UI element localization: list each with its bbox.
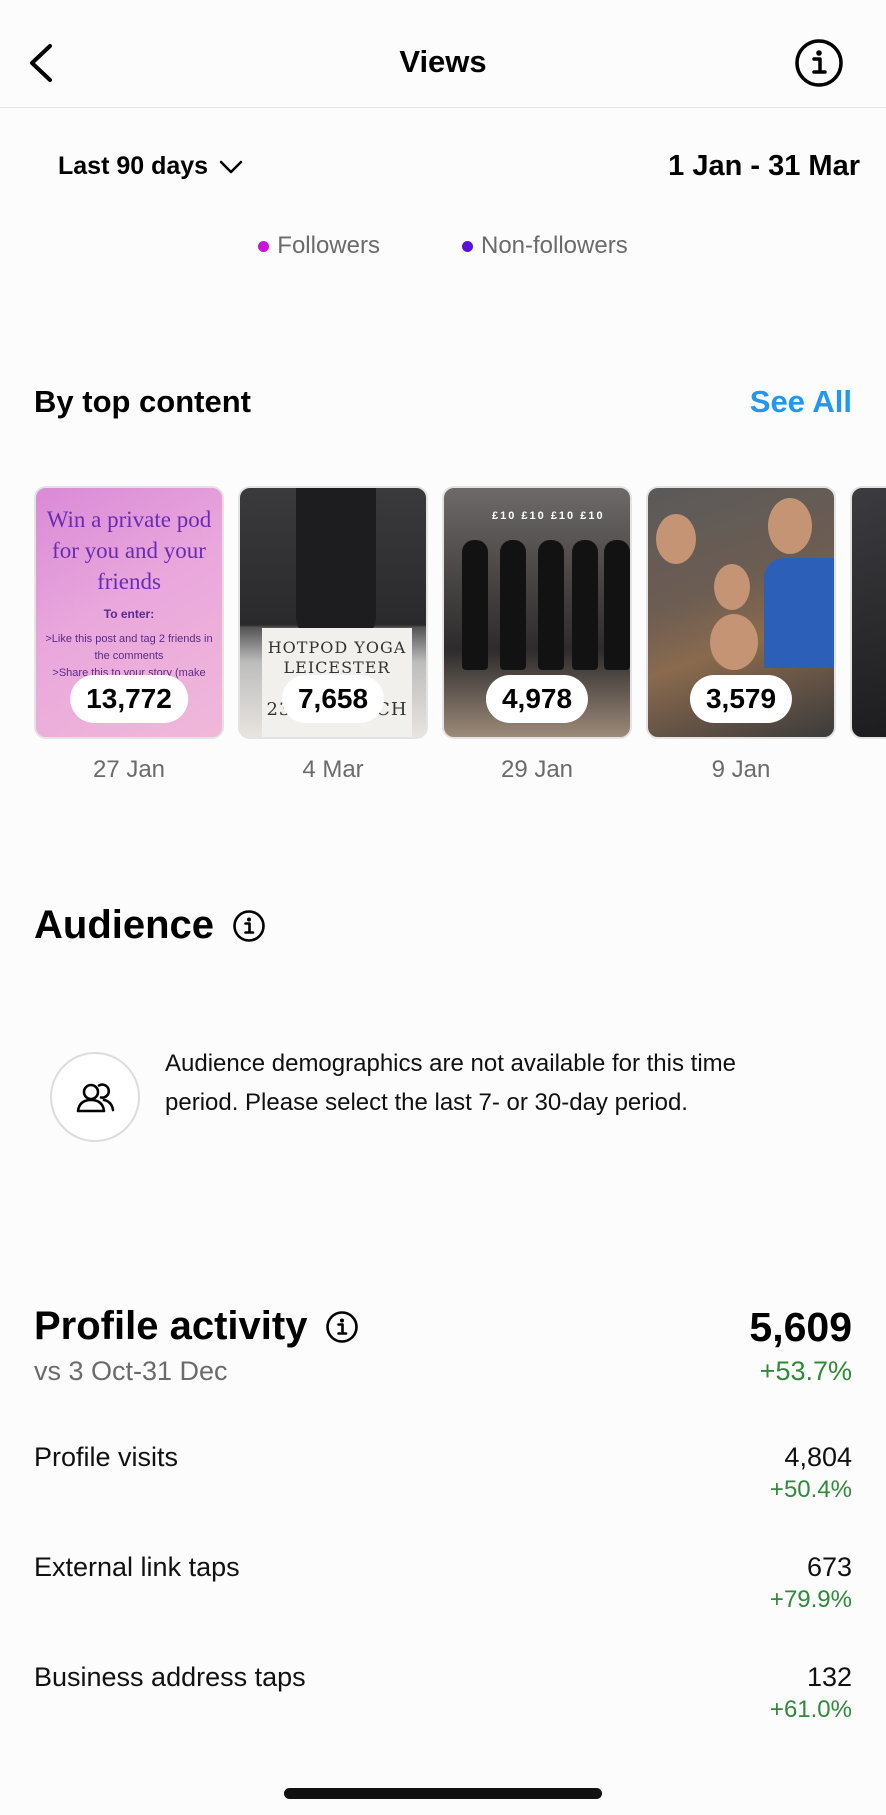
content-thumbnail[interactable] bbox=[850, 486, 886, 739]
metric-row: Business address taps 132 +61.0% bbox=[34, 1662, 852, 1742]
photo-face bbox=[714, 564, 750, 610]
metric-row: Profile visits 4,804 +50.4% bbox=[34, 1442, 852, 1522]
photo-person bbox=[604, 540, 630, 670]
audience-icon-badge bbox=[50, 1052, 140, 1142]
photo-signs: £10 £10 £10 £10 bbox=[492, 510, 605, 522]
metric-value: 673 bbox=[806, 1552, 852, 1582]
metric-row: External link taps 673 +79.9% bbox=[34, 1552, 852, 1632]
content-date: 27 Jan bbox=[92, 756, 166, 783]
legend-non-followers: Non-followers bbox=[461, 232, 628, 260]
info-icon[interactable] bbox=[325, 1310, 359, 1344]
legend-followers: Followers bbox=[258, 232, 380, 260]
profile-activity-total: 5,609 bbox=[749, 1304, 852, 1350]
chart-legend: Followers Non-followers bbox=[0, 232, 886, 260]
sign-line: HOTPOD YOGA bbox=[267, 638, 407, 657]
photo-person bbox=[572, 540, 598, 670]
metric-label: Business address taps bbox=[34, 1662, 306, 1692]
photo-face bbox=[656, 514, 696, 564]
photo-person bbox=[500, 540, 526, 670]
photo-person bbox=[462, 540, 488, 670]
page-title: Views bbox=[399, 44, 487, 79]
content-date: 9 Jan bbox=[711, 756, 771, 783]
metric-change: +50.4% bbox=[769, 1476, 852, 1503]
view-count: 13,772 bbox=[70, 675, 188, 723]
info-button[interactable] bbox=[794, 38, 844, 88]
view-count: 3,579 bbox=[689, 675, 793, 723]
view-count: 4,978 bbox=[485, 675, 589, 723]
metric-value: 132 bbox=[806, 1662, 852, 1692]
audience-title: Audience bbox=[34, 903, 215, 947]
content-date: 4 Mar bbox=[302, 756, 364, 783]
legend-non-followers-label: Non-followers bbox=[480, 232, 628, 259]
audience-heading: Audience bbox=[34, 903, 266, 948]
profile-activity-title: Profile activity bbox=[34, 1304, 308, 1348]
photo-face bbox=[768, 498, 812, 554]
photo-subject bbox=[764, 558, 834, 668]
date-range-dropdown[interactable]: Last 90 days bbox=[58, 152, 244, 181]
profile-activity-change: +53.7% bbox=[759, 1356, 852, 1386]
range-label: Last 90 days bbox=[58, 152, 209, 180]
content-thumbnail[interactable]: HOTPOD YOGA LEICESTER 23RD MARCH 7,658 bbox=[238, 486, 428, 739]
people-icon bbox=[76, 1083, 115, 1113]
small-line: >Like this post and tag 2 friends in the… bbox=[45, 633, 213, 662]
date-range-text: 1 Jan - 31 Mar bbox=[668, 150, 860, 182]
photo-subject bbox=[296, 488, 376, 638]
content-thumbnail[interactable]: £10 £10 £10 £10 4,978 bbox=[442, 486, 632, 739]
audience-message: Audience demographics are not available … bbox=[165, 1050, 736, 1116]
content-thumbnail[interactable]: Win a private pod for you and your frien… bbox=[34, 486, 224, 739]
thumbnail-small-text: To enter: >Like this post and tag 2 frie… bbox=[44, 606, 214, 682]
non-followers-dot bbox=[461, 240, 473, 252]
photo-person bbox=[538, 540, 564, 670]
view-count: 7,658 bbox=[281, 675, 385, 723]
thumbnail-caption: Win a private pod for you and your frien… bbox=[46, 507, 212, 594]
content-date: 29 Jan bbox=[500, 756, 574, 783]
top-bar: Views bbox=[0, 0, 886, 108]
metric-value: 4,804 bbox=[784, 1442, 852, 1472]
info-icon bbox=[795, 39, 843, 87]
metric-change: +61.0% bbox=[769, 1696, 852, 1723]
metric-change: +79.9% bbox=[769, 1586, 852, 1613]
legend-followers-label: Followers bbox=[277, 232, 380, 259]
comparison-period: vs 3 Oct-31 Dec bbox=[34, 1356, 228, 1386]
info-icon[interactable] bbox=[232, 909, 266, 943]
small-line: To enter: bbox=[103, 607, 155, 621]
profile-activity-heading: Profile activity bbox=[34, 1304, 359, 1349]
chevron-down-icon bbox=[219, 160, 243, 173]
photo-face bbox=[710, 614, 758, 670]
followers-dot bbox=[258, 240, 270, 252]
see-all-link[interactable]: See All bbox=[750, 384, 852, 420]
metric-label: Profile visits bbox=[34, 1442, 179, 1472]
metric-label: External link taps bbox=[34, 1552, 240, 1582]
top-content-title: By top content bbox=[34, 384, 251, 419]
top-content-carousel[interactable]: Win a private pod for you and your frien… bbox=[34, 486, 886, 786]
content-thumbnail[interactable]: 3,579 bbox=[646, 486, 836, 739]
home-indicator[interactable] bbox=[284, 1788, 602, 1799]
